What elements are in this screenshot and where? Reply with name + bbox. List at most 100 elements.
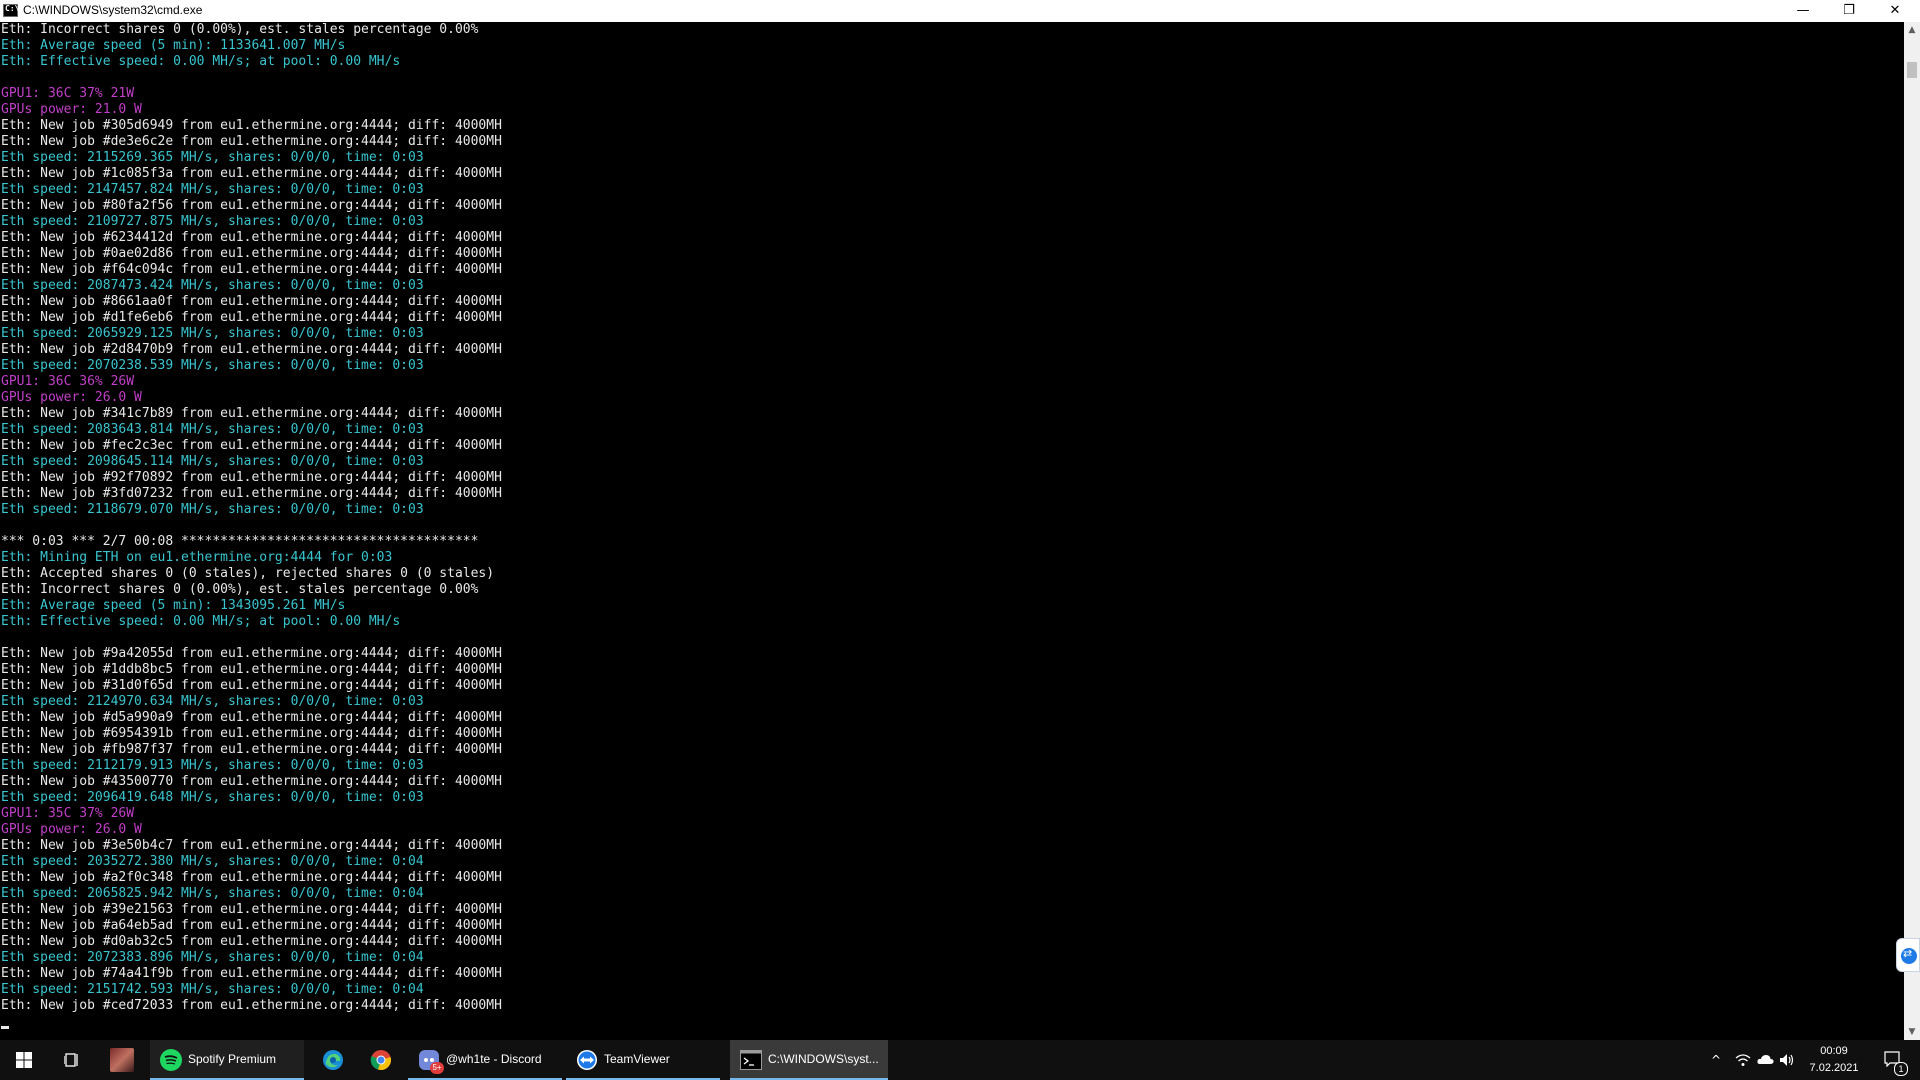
taskbar-edge[interactable] [310,1040,356,1080]
teamviewer-icon [577,1050,597,1070]
console-line: Eth speed: 2098645.114 MH/s, shares: 0/0… [1,454,424,469]
edge-icon [323,1050,343,1070]
cmd-app-icon[interactable] [3,4,19,17]
console-line: GPUs power: 21.0 W [1,102,142,117]
scroll-up-icon[interactable]: ▲ [1904,22,1920,38]
pinned-app-button[interactable] [100,1040,144,1080]
scrollbar-thumb[interactable] [1907,62,1917,78]
console-line: Eth: New job #fec2c3ec from eu1.ethermin… [1,438,502,453]
console-line: Eth: Effective speed: 0.00 MH/s; at pool… [1,614,401,629]
taskbar-teamviewer[interactable]: TeamViewer [566,1040,720,1080]
console-line: Eth speed: 2087473.424 MH/s, shares: 0/0… [1,278,424,293]
console-line: Eth: Accepted shares 0 (0 stales), rejec… [1,566,495,581]
teamviewer-icon [1901,947,1917,964]
console-line: Eth: New job #a64eb5ad from eu1.ethermin… [1,918,502,933]
console-line: Eth speed: 2083643.814 MH/s, shares: 0/0… [1,422,424,437]
taskbar-discord[interactable]: 5+ @wh1te - Discord [408,1040,562,1080]
console-line: Eth: Incorrect shares 0 (0.00%), est. st… [1,22,479,37]
text-cursor [1,1026,9,1029]
chrome-icon [370,1050,391,1070]
console-line: Eth: New job #31d0f65d from eu1.ethermin… [1,678,502,693]
close-button[interactable]: ✕ [1872,0,1918,22]
pinned-app-thumbnail-icon [110,1048,134,1072]
console-line: Eth: New job #a2f0c348 from eu1.ethermin… [1,870,502,885]
console-line: Eth: New job #ced72033 from eu1.ethermin… [1,998,502,1013]
taskbar-discord-label: @wh1te - Discord [446,1052,542,1066]
console-line: Eth: New job #f64c094c from eu1.ethermin… [1,262,502,277]
title-bar[interactable]: C:\WINDOWS\system32\cmd.exe — ❐ ✕ [0,0,1920,23]
console-line: Eth speed: 2072383.896 MH/s, shares: 0/0… [1,950,424,965]
wifi-icon [1735,1054,1751,1066]
console-line: Eth speed: 2035272.380 MH/s, shares: 0/0… [1,854,424,869]
taskbar-spotify[interactable]: Spotify Premium [150,1040,304,1080]
speaker-icon [1780,1054,1794,1066]
console-line: Eth: Average speed (5 min): 1343095.261 … [1,598,346,613]
start-button[interactable] [0,1040,48,1080]
cmd-icon [740,1050,762,1070]
console-line: Eth: New job #80fa2f56 from eu1.ethermin… [1,198,502,213]
scroll-down-icon[interactable]: ▼ [1904,1024,1920,1040]
console-line: GPU1: 35C 37% 26W [1,806,135,821]
console-line: GPUs power: 26.0 W [1,822,142,837]
taskbar-cmd[interactable]: C:\WINDOWS\syst... [730,1040,888,1080]
action-center-button[interactable]: 1 [1872,1040,1912,1080]
clock-button[interactable]: 00:09 7.02.2021 [1802,1040,1866,1080]
show-hidden-icons-button[interactable]: ^ [1702,1040,1730,1080]
window-title: C:\WINDOWS\system32\cmd.exe [23,3,203,17]
network-button[interactable] [1732,1040,1754,1080]
console-line: Eth speed: 2151742.593 MH/s, shares: 0/0… [1,982,424,997]
console-line: Eth speed: 2065825.942 MH/s, shares: 0/0… [1,886,424,901]
windows-logo-icon [16,1052,32,1068]
console-line: Eth: New job #305d6949 from eu1.ethermin… [1,118,502,133]
task-view-button[interactable] [48,1040,96,1080]
console-line: Eth: New job #92f70892 from eu1.ethermin… [1,470,502,485]
taskbar: Spotify Premium 5+ @wh1te - Discord Team… [0,1040,1920,1080]
console-line: Eth: New job #8661aa0f from eu1.ethermin… [1,294,502,309]
console-line: Eth: New job #9a42055d from eu1.ethermin… [1,646,502,661]
console-line: Eth speed: 2118679.070 MH/s, shares: 0/0… [1,502,424,517]
spotify-icon [160,1049,182,1071]
console-line: Eth: Incorrect shares 0 (0.00%), est. st… [1,582,479,597]
console-output[interactable]: Eth: Incorrect shares 0 (0.00%), est. st… [0,22,1904,1040]
vertical-scrollbar[interactable]: ▲ ▼ [1904,22,1920,1040]
console-line: Eth: New job #6234412d from eu1.ethermin… [1,230,502,245]
console-line: Eth: New job #6954391b from eu1.ethermin… [1,726,502,741]
console-line: Eth speed: 2109727.875 MH/s, shares: 0/0… [1,214,424,229]
taskbar-chrome[interactable] [358,1040,404,1080]
clock-date: 7.02.2021 [1809,1062,1859,1074]
restore-button[interactable]: ❐ [1826,0,1872,22]
console-line: Eth: New job #fb987f37 from eu1.ethermin… [1,742,502,757]
cloud-icon [1757,1055,1774,1064]
volume-button[interactable] [1776,1040,1798,1080]
console-line: Eth: Effective speed: 0.00 MH/s; at pool… [1,54,401,69]
task-view-icon [64,1053,78,1067]
console-line: Eth: New job #de3e6c2e from eu1.ethermin… [1,134,502,149]
notification-count-badge: 1 [1894,1062,1908,1076]
taskbar-spotify-label: Spotify Premium [188,1052,277,1066]
onedrive-button[interactable] [1754,1040,1776,1080]
taskbar-cmd-label: C:\WINDOWS\syst... [768,1052,879,1066]
minimize-button[interactable]: — [1780,0,1826,22]
console-line: Eth: New job #1ddb8bc5 from eu1.ethermin… [1,662,502,677]
console-line: Eth: New job #1c085f3a from eu1.ethermin… [1,166,502,181]
discord-notification-badge: 5+ [430,1062,444,1074]
console-lines: Eth: Incorrect shares 0 (0.00%), est. st… [0,22,1904,1014]
console-line: Eth: New job #2d8470b9 from eu1.ethermin… [1,342,502,357]
clock-time: 00:09 [1820,1045,1848,1057]
console-line: Eth: New job #3e50b4c7 from eu1.ethermin… [1,838,502,853]
console-line: Eth: New job #43500770 from eu1.ethermin… [1,774,502,789]
teamviewer-side-tab[interactable] [1896,938,1920,972]
console-line: Eth: Mining ETH on eu1.ethermine.org:444… [1,550,393,565]
console-line: Eth: New job #74a41f9b from eu1.ethermin… [1,966,502,981]
console-line: Eth speed: 2065929.125 MH/s, shares: 0/0… [1,326,424,341]
console-line: Eth: New job #d5a990a9 from eu1.ethermin… [1,710,502,725]
console-line: Eth speed: 2096419.648 MH/s, shares: 0/0… [1,790,424,805]
console-line: Eth speed: 2115269.365 MH/s, shares: 0/0… [1,150,424,165]
console-line: Eth: New job #39e21563 from eu1.ethermin… [1,902,502,917]
console-line: GPU1: 36C 36% 26W [1,374,135,389]
taskbar-teamviewer-label: TeamViewer [604,1052,670,1066]
console-line: Eth speed: 2147457.824 MH/s, shares: 0/0… [1,182,424,197]
console-line: Eth speed: 2124970.634 MH/s, shares: 0/0… [1,694,424,709]
